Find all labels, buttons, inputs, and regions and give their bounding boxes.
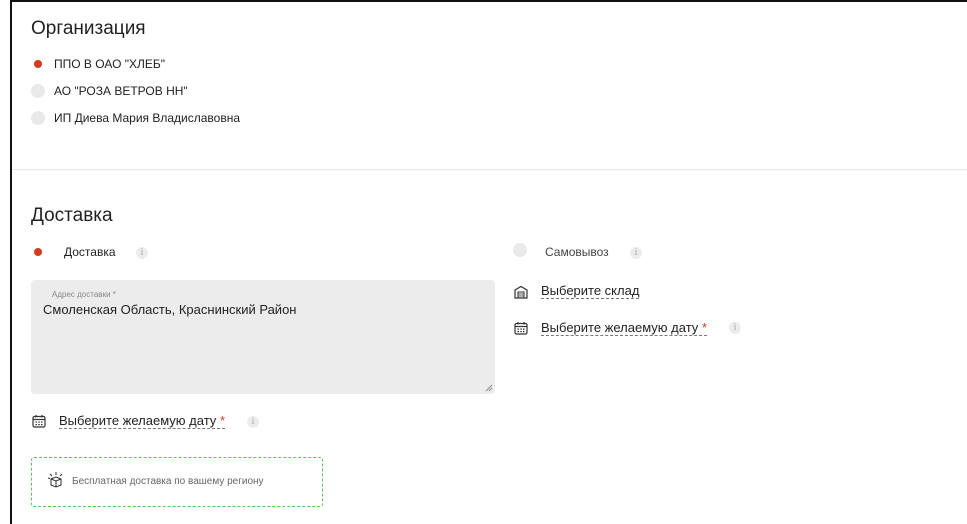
pickup-date-info-icon[interactable]: i [729,322,741,334]
calendar-icon [514,322,528,335]
warehouse-link[interactable]: Выберите склад [541,283,640,299]
calendar-icon [32,415,46,428]
address-value: Смоленская Область, Краснинский Район [43,302,297,317]
pickup-date-link[interactable]: Выберите желаемую дату * [541,320,707,336]
required-mark: * [219,413,225,428]
resize-grip-icon[interactable] [485,384,493,392]
warehouse-icon [514,285,528,299]
org-radio-1[interactable] [31,57,45,71]
gift-box-icon [47,472,63,488]
org-label-2: АО "РОЗА ВЕТРОВ НН" [54,84,188,98]
delivery-date-text: Выберите желаемую дату [59,413,217,428]
org-label-1: ППО В ОАО "ХЛЕБ" [54,57,166,71]
delivery-info-icon[interactable]: i [136,247,148,259]
delivery-date-info-icon[interactable]: i [247,416,259,428]
form-frame [10,0,967,524]
section-divider [12,169,967,170]
org-radio-2[interactable] [31,84,45,98]
delivery-date-link[interactable]: Выберите желаемую дату * [59,413,225,429]
free-shipping-text: Бесплатная доставка по вашему региону [72,476,264,487]
address-label: Адрес доставки * [52,290,116,299]
org-radio-3[interactable] [31,111,45,125]
delivery-radio[interactable] [31,245,45,259]
pickup-label: Самовывоз [545,245,609,259]
required-mark: * [701,320,707,335]
delivery-label: Доставка [64,245,116,259]
pickup-date-text: Выберите желаемую дату [541,320,699,335]
pickup-info-icon[interactable]: i [630,247,642,259]
delivery-title: Доставка [31,205,113,226]
pickup-radio[interactable] [513,243,527,257]
org-label-3: ИП Диева Мария Владиславовна [54,111,240,125]
organization-title: Организация [31,18,146,39]
